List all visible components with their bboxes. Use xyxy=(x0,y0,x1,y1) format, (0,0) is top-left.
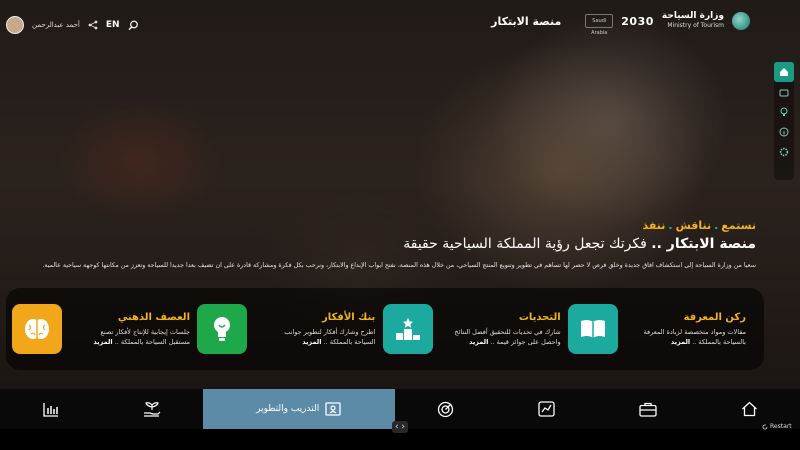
card-title: التحديات xyxy=(518,311,561,323)
card-desc-line2: بالسياحة بالمملكة .. xyxy=(690,337,746,346)
hero-title: منصة الابتكار .. فكرتك تجعل رؤية المملكة… xyxy=(403,236,756,252)
rail-settings-button[interactable] xyxy=(774,142,794,162)
card-challenges[interactable]: التحديات شارك في تحديات للتحقيق أفضل الن… xyxy=(382,298,561,360)
card-title: العصف الذهني xyxy=(117,311,190,323)
top-header: أحمد عبدالرحمن EN منصة الابتكار Saudi Ar… xyxy=(0,0,800,48)
lightbulb-icon xyxy=(780,107,788,116)
ministry-name-ar: وزارة السياحة xyxy=(661,11,724,21)
card-desc-line2: مستقبل السياحة بالمملكة .. xyxy=(112,337,190,346)
bar-chart-icon xyxy=(43,402,58,417)
tag-listen: نستمع xyxy=(721,219,756,232)
growth-chart-icon xyxy=(538,401,555,417)
card-title: بنك الأفكار xyxy=(321,311,376,323)
header-tools: أحمد عبدالرحمن EN xyxy=(6,14,139,36)
card-desc: شارك في تحديات للتحقيق أفضل النتائج واحص… xyxy=(441,327,561,347)
feature-cards: ركن المعرفة مقالات ومواد متخصصة لزيادة ا… xyxy=(6,288,764,370)
language-toggle[interactable]: EN xyxy=(106,20,120,30)
card-desc-line1: مقالات ومواد متخصصة لزيادة المعرفة xyxy=(643,327,746,336)
user-name[interactable]: أحمد عبدالرحمن xyxy=(32,21,80,29)
plant-hand-icon xyxy=(144,402,161,417)
side-rail xyxy=(774,62,794,180)
ministry-name-en: Ministry of Tourism xyxy=(667,22,724,29)
book-icon xyxy=(580,320,605,338)
hero-title-bold: منصة الابتكار .. xyxy=(651,236,756,252)
nav-label: التدريب والتطوير xyxy=(256,404,320,414)
nav-target[interactable] xyxy=(395,389,496,429)
platform-title[interactable]: منصة الابتكار xyxy=(491,15,561,28)
search-icon[interactable] xyxy=(128,20,139,31)
nav-plant[interactable] xyxy=(101,389,202,429)
nav-growth-chart[interactable] xyxy=(496,389,597,429)
nav-statistics[interactable] xyxy=(0,389,101,429)
rail-home-button[interactable] xyxy=(774,62,794,82)
gear-icon xyxy=(779,147,789,157)
card-desc: مقالات ومواد متخصصة لزيادة المعرفة بالسي… xyxy=(626,327,746,347)
card-title: ركن المعرفة xyxy=(683,311,746,323)
lightbulb-icon xyxy=(214,317,231,341)
rail-info-button[interactable] xyxy=(774,122,794,142)
card-icon-box xyxy=(382,304,433,354)
briefcase-icon xyxy=(639,402,657,417)
more-link[interactable]: المزيد xyxy=(671,338,690,346)
card-desc: جلسات إيجابية للإنتاج لأفكار تصنع مستقبل… xyxy=(70,327,190,347)
more-link[interactable]: المزيد xyxy=(93,338,112,346)
hero-title-rest: فكرتك تجعل رؤية المملكة السياحية حقيقة xyxy=(403,236,652,252)
card-ideas-bank[interactable]: بنك الأفكار اطرح وشارك أفكار لتطوير جوان… xyxy=(197,298,375,360)
rail-briefcase-button[interactable] xyxy=(774,82,794,102)
share-icon[interactable] xyxy=(88,20,98,30)
avatar[interactable] xyxy=(6,16,24,34)
tag-discuss: نناقش xyxy=(675,219,712,232)
nav-training-development[interactable]: التدريب والتطوير xyxy=(202,389,395,429)
brand-area: منصة الابتكار Saudi Arabia 2030 وزارة ال… xyxy=(491,12,750,36)
vision-2030-logo: 2030 xyxy=(621,14,654,28)
collapse-toggle[interactable]: ‹ › xyxy=(392,421,408,433)
hero-tagline: نستمع.نناقش.ننفذ xyxy=(642,219,757,232)
card-brainstorming[interactable]: العصف الذهني جلسات إيجابية للإنتاج لأفكا… xyxy=(12,298,190,360)
rail-ideas-button[interactable] xyxy=(774,102,794,122)
card-desc-line1: اطرح وشارك أفكار لتطوير جوانب xyxy=(284,327,376,336)
tag-execute: ننفذ xyxy=(642,219,666,232)
brain-icon xyxy=(25,319,49,339)
more-link[interactable]: المزيد xyxy=(302,338,321,346)
card-desc-line2: واحصل على جوائز قيمة .. xyxy=(488,337,561,346)
ministry-logo-icon[interactable] xyxy=(732,12,750,30)
card-desc: اطرح وشارك أفكار لتطوير جوانب السياحة با… xyxy=(255,327,375,347)
card-knowledge-corner[interactable]: ركن المعرفة مقالات ومواد متخصصة لزيادة ا… xyxy=(567,298,746,360)
briefcase-icon xyxy=(779,89,789,97)
restart-icon xyxy=(762,424,768,429)
home-icon xyxy=(741,401,757,417)
more-link[interactable]: المزيد xyxy=(469,338,488,346)
card-icon-box xyxy=(12,304,62,354)
target-icon xyxy=(437,401,453,417)
hero-description: سعياً من وزارة السياحة إلى استكشاف آفاق … xyxy=(42,262,756,269)
certificate-icon xyxy=(325,402,341,416)
restart-label: Restart xyxy=(770,423,792,430)
restart-button[interactable]: Restart xyxy=(762,423,792,430)
nav-briefcase[interactable] xyxy=(597,389,698,429)
card-icon-box xyxy=(197,304,248,354)
ministry-name: وزارة السياحة Ministry of Tourism xyxy=(662,12,724,30)
card-icon-box xyxy=(567,304,618,354)
podium-icon xyxy=(395,318,420,340)
card-desc-line1: جلسات إيجابية للإنتاج لأفكار تصنع xyxy=(100,327,190,336)
card-desc-line1: شارك في تحديات للتحقيق أفضل النتائج xyxy=(454,327,561,336)
partner-logo: Saudi Arabia xyxy=(585,14,614,36)
info-icon xyxy=(779,127,789,137)
home-icon xyxy=(780,68,788,76)
card-desc-line2: السياحة بالمملكة .. xyxy=(321,337,376,346)
